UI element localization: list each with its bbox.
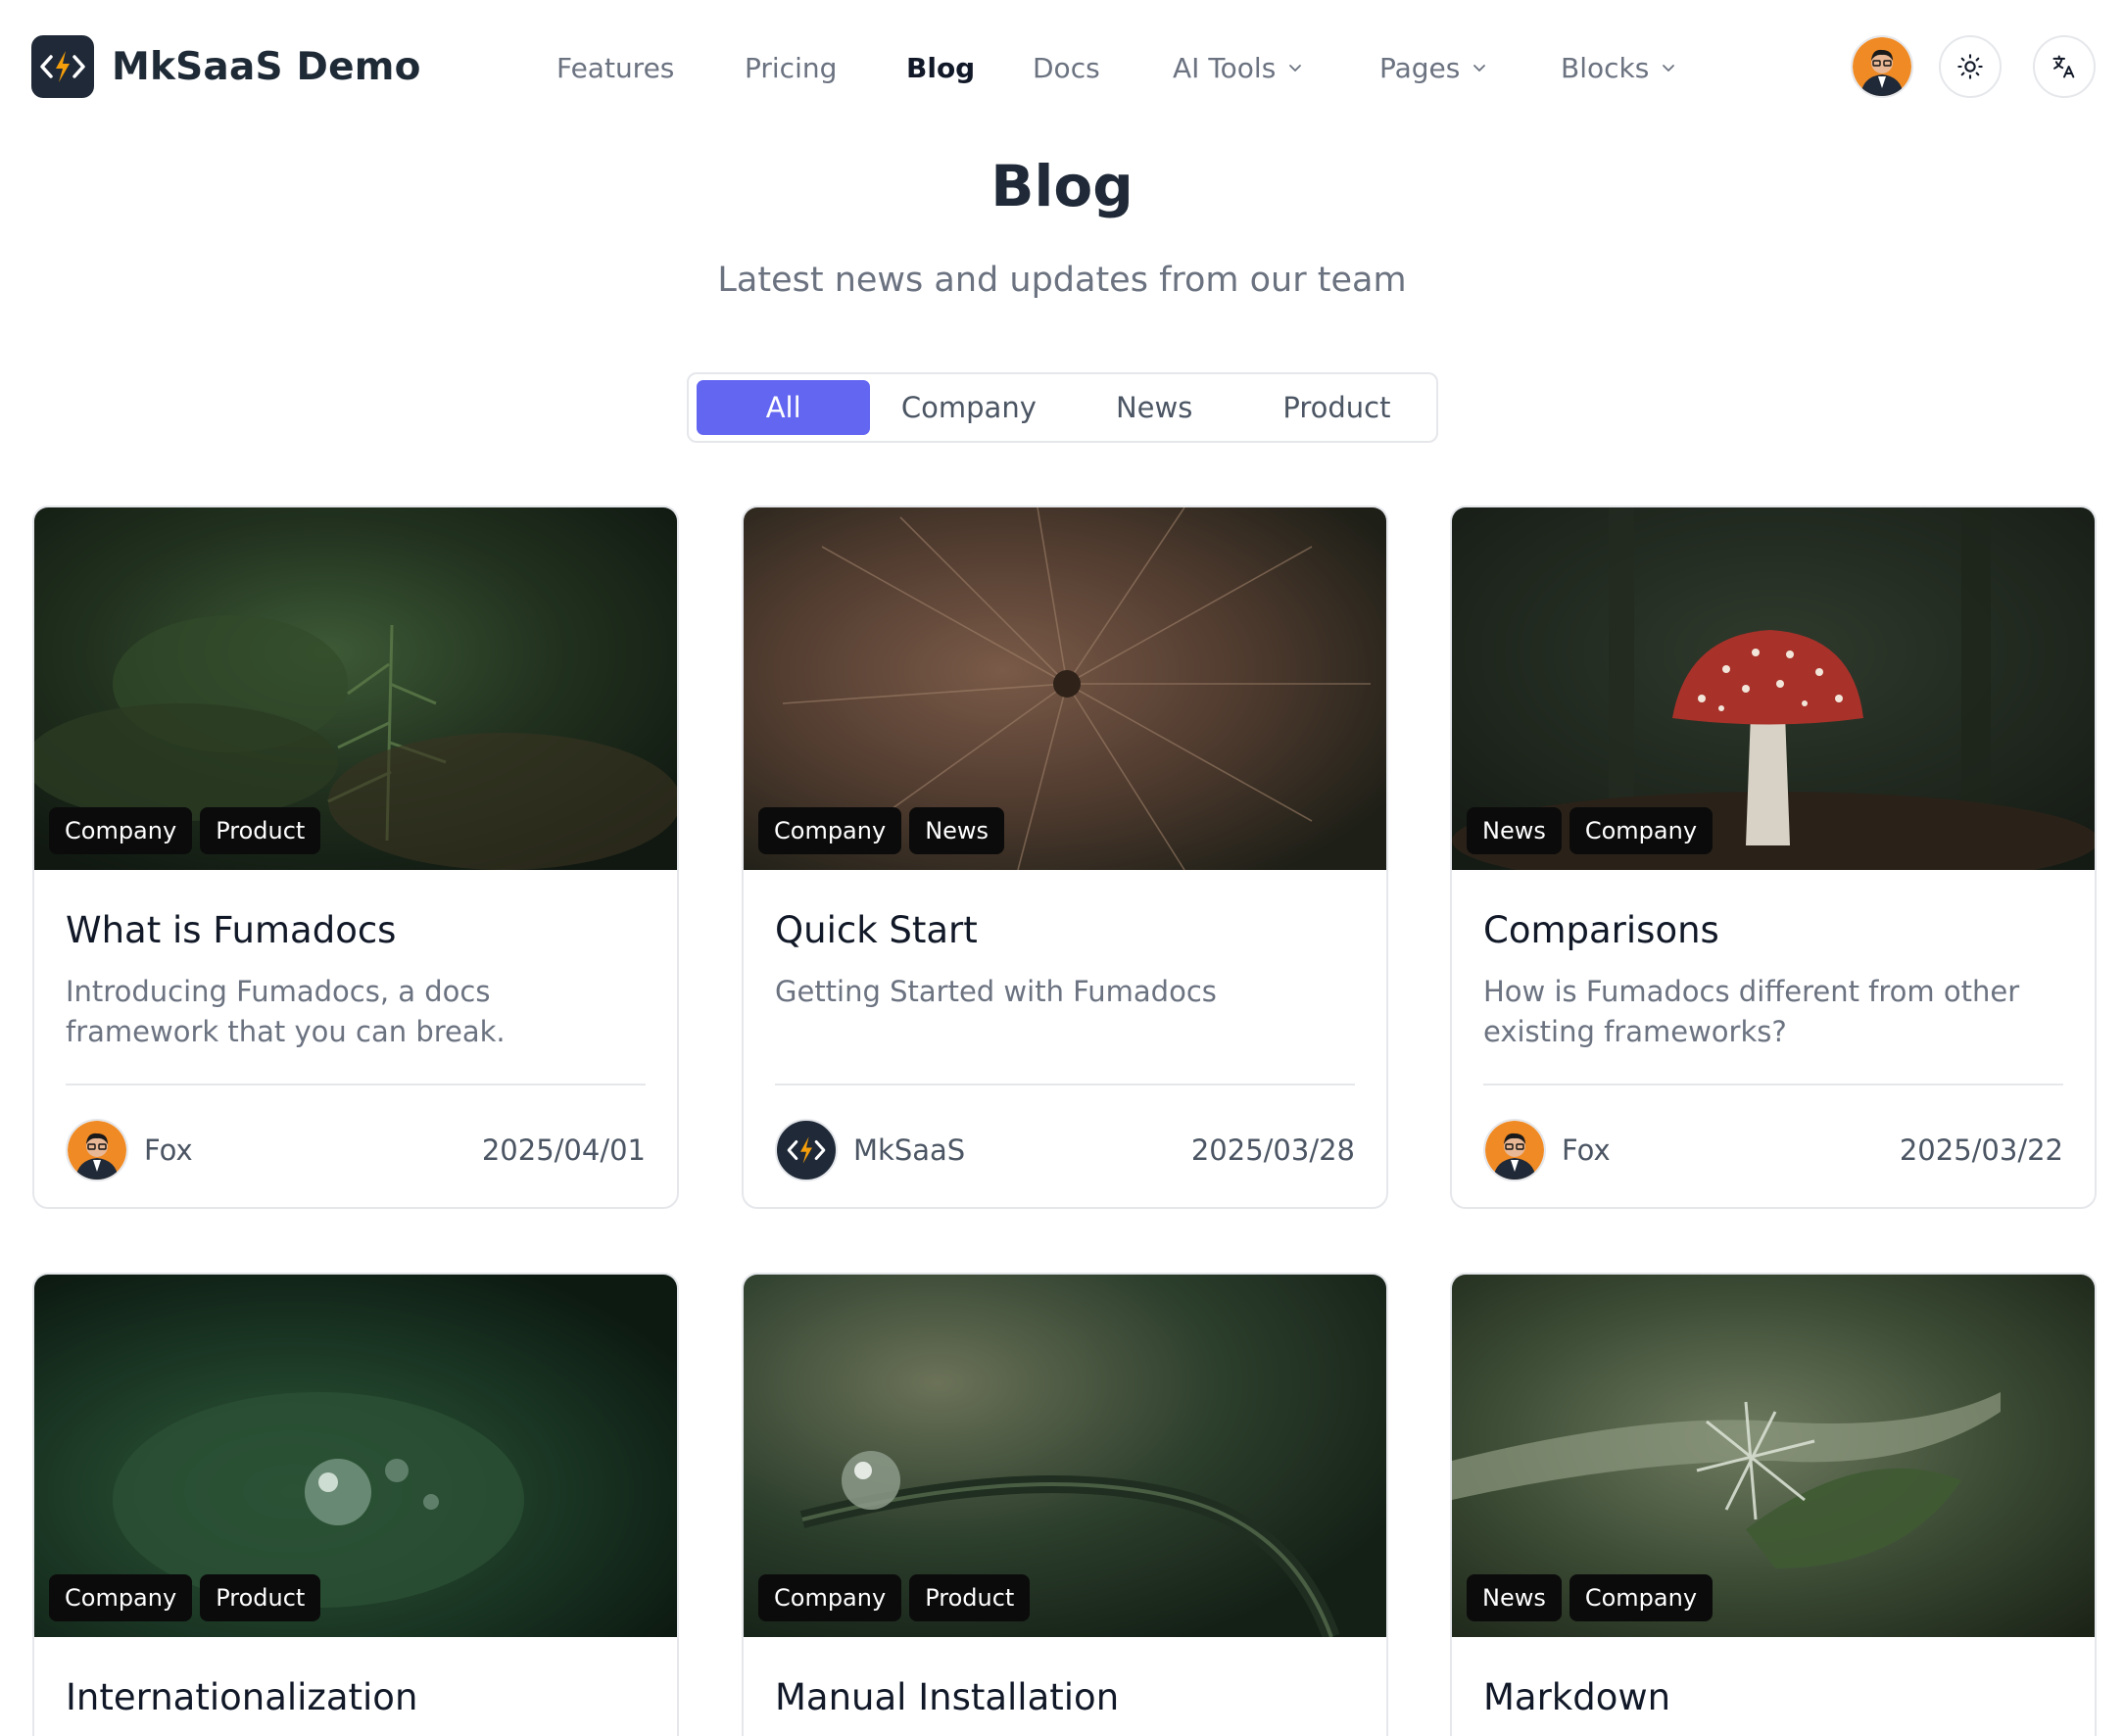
nav-label: Pages <box>1379 51 1461 84</box>
post-title[interactable]: Comparisons <box>1483 909 2063 952</box>
post-author: Fox <box>1483 1119 1611 1181</box>
tag-badge[interactable]: News <box>1467 807 1562 854</box>
tag-badge[interactable]: News <box>1467 1574 1562 1621</box>
post-card[interactable]: News Company Comparisons How is Fumadocs… <box>1450 506 2097 1209</box>
chevron-down-icon <box>1663 65 1675 72</box>
post-date: 2025/03/28 <box>1190 1133 1355 1167</box>
tag-badge[interactable]: Company <box>758 807 902 854</box>
post-cover-image: Company Product <box>744 1275 1386 1637</box>
chevron-down-icon <box>1473 65 1486 72</box>
author-name: MkSaaS <box>853 1133 966 1167</box>
post-card[interactable]: Company News Quick Start Getting Started… <box>742 506 1388 1209</box>
post-cover-image: Company Product <box>34 507 677 870</box>
post-card[interactable]: Company Product What is Fumadocs Introdu… <box>32 506 679 1209</box>
tag-badge[interactable]: Product <box>909 1574 1031 1621</box>
post-date: 2025/03/22 <box>1899 1133 2063 1167</box>
page-subtitle: Latest news and updates from our team <box>717 261 1407 300</box>
tag-badge[interactable]: Company <box>1569 1574 1714 1621</box>
post-tags: Company Product <box>49 1574 321 1621</box>
post-title[interactable]: Quick Start <box>775 909 1355 952</box>
brand-name: MkSaaS Demo <box>112 44 421 89</box>
post-meta: Fox 2025/03/22 <box>1483 1085 2063 1207</box>
tag-badge[interactable]: Company <box>49 1574 193 1621</box>
post-description: How is Fumadocs different from other exi… <box>1483 975 2020 1048</box>
nav-label: Blocks <box>1561 51 1650 84</box>
post-title[interactable]: Manual Installation <box>775 1676 1355 1719</box>
post-date: 2025/04/01 <box>481 1133 646 1167</box>
nav-item-blog[interactable]: Blog <box>906 52 975 84</box>
post-title[interactable]: Internationalization <box>66 1676 646 1719</box>
category-filter: All Company News Product <box>687 372 1438 443</box>
user-avatar <box>1853 37 1911 96</box>
tag-badge[interactable]: Company <box>49 807 193 854</box>
user-avatar-button[interactable] <box>1851 35 1913 98</box>
theme-toggle-button[interactable] <box>1939 35 2002 98</box>
post-cover-image: News Company <box>1452 507 2095 870</box>
post-card[interactable]: Company Product Internationalization <box>32 1273 679 1736</box>
post-title[interactable]: Markdown <box>1483 1676 2063 1719</box>
bolt-code-logo-icon <box>31 35 94 98</box>
post-meta: MkSaaS 2025/03/28 <box>775 1085 1355 1207</box>
chevron-down-icon <box>1289 65 1302 72</box>
post-tags: Company Product <box>758 1574 1031 1621</box>
tag-badge[interactable]: Product <box>200 1574 321 1621</box>
tag-badge[interactable]: Company <box>1569 807 1714 854</box>
post-cover-image: News Company <box>1452 1275 2095 1637</box>
nav-item-pages[interactable]: Pages <box>1379 52 1487 84</box>
post-description: Introducing Fumadocs, a docs framework t… <box>66 975 506 1048</box>
nav-item-docs[interactable]: Docs <box>1033 52 1100 84</box>
nav-item-pricing[interactable]: Pricing <box>745 52 837 84</box>
tag-badge[interactable]: Company <box>758 1574 902 1621</box>
page-title: Blog <box>990 153 1134 219</box>
tag-badge[interactable]: News <box>909 807 1005 854</box>
post-cover-image: Company Product <box>34 1275 677 1637</box>
post-tags: Company Product <box>49 807 321 854</box>
post-author: MkSaaS <box>775 1119 965 1181</box>
post-meta: Fox 2025/04/01 <box>66 1085 646 1207</box>
post-author: Fox <box>66 1119 193 1181</box>
brand[interactable]: MkSaaS Demo <box>31 35 421 98</box>
filter-tab-product[interactable]: Product <box>1245 380 1428 435</box>
nav-label: AI Tools <box>1173 51 1277 84</box>
translate-icon <box>2052 55 2075 78</box>
post-tags: News Company <box>1467 807 1714 854</box>
filter-tab-all[interactable]: All <box>697 380 871 435</box>
nav-label: Features <box>556 51 675 84</box>
post-tags: News Company <box>1467 1574 1714 1621</box>
nav-item-ai-tools[interactable]: AI Tools <box>1173 52 1303 84</box>
nav-item-blocks[interactable]: Blocks <box>1561 52 1676 84</box>
nav-label: Blog <box>906 51 976 84</box>
author-name: Fox <box>1562 1133 1611 1167</box>
author-avatar <box>775 1119 838 1181</box>
nav-label: Pricing <box>745 51 838 84</box>
author-avatar <box>66 1119 128 1181</box>
post-card[interactable]: Company Product Manual Installation <box>742 1273 1388 1736</box>
nav-label: Docs <box>1033 51 1100 84</box>
filter-tab-news[interactable]: News <box>1067 380 1240 435</box>
nav-item-features[interactable]: Features <box>556 52 674 84</box>
post-description: Getting Started with Fumadocs <box>775 975 1217 1008</box>
filter-tab-company[interactable]: Company <box>874 380 1063 435</box>
post-tags: Company News <box>758 807 1005 854</box>
tag-badge[interactable]: Product <box>200 807 321 854</box>
post-title[interactable]: What is Fumadocs <box>66 909 646 952</box>
author-avatar <box>1483 1119 1546 1181</box>
post-cover-image: Company News <box>744 507 1386 870</box>
author-name: Fox <box>144 1133 193 1167</box>
post-card[interactable]: News Company Markdown <box>1450 1273 2097 1736</box>
language-button[interactable] <box>2033 35 2096 98</box>
sun-icon <box>1957 54 1983 79</box>
